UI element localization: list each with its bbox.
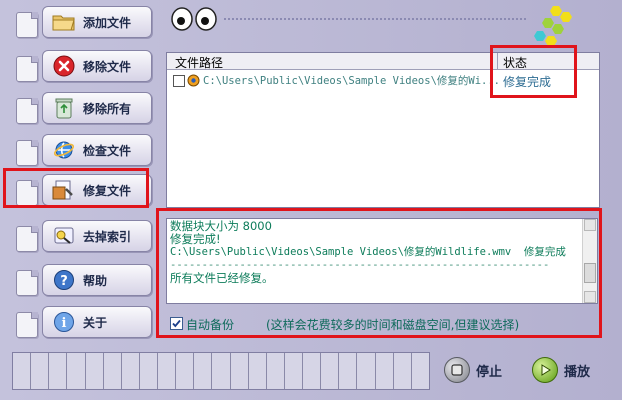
play-button[interactable]: 播放 [532,356,590,384]
log-text: 数据块大小为 8000 修复完成! C:\Users\Public\Videos\S… [170,220,578,285]
scroll-up-arrow-icon[interactable] [584,219,596,231]
progress-segment [139,353,158,389]
doc-tab-icon [16,98,38,124]
dotted-separator [224,18,526,20]
progress-segment [13,353,32,389]
folder-open-icon [51,11,77,33]
sidebar-row-about: i 关于 [8,306,156,340]
stop-icon [444,357,470,383]
progress-segment [67,353,86,389]
auto-backup-hint: (这样会花费较多的时间和磁盘空间,但建议选择) [266,318,520,332]
svg-text:?: ? [60,274,68,289]
doc-tab-icon [16,270,38,296]
eyes-icon [170,6,218,32]
remove-all-button[interactable]: 移除所有 [42,92,152,124]
selected-highlight-outline [3,168,149,208]
add-file-button[interactable]: 添加文件 [42,6,152,38]
doc-tab-icon [16,226,38,252]
video-file-icon [187,74,200,87]
progress-segment [303,353,322,389]
sidebar-item-label: 帮助 [83,273,108,288]
doc-tab-icon [16,12,38,38]
recycle-bin-icon [51,97,77,119]
remove-index-icon [51,225,77,247]
sidebar-item-label: 去掉索引 [83,229,132,244]
progress-segment [248,353,267,389]
progress-segment [321,353,340,389]
log-line: 所有文件已经修复。 [170,271,274,285]
progress-segment [194,353,213,389]
svg-text:i: i [62,316,67,331]
file-path-cell: C:\Users\Public\Videos\Sample Videos\修复的… [203,75,499,87]
internet-explorer-icon [51,139,77,161]
remove-red-x-icon [51,55,77,77]
progress-segment [357,353,376,389]
progress-segment [284,353,303,389]
sidebar-row-remove-all: 移除所有 [8,92,156,126]
progress-segment [266,353,285,389]
row-checkbox[interactable] [173,75,185,87]
info-icon: i [51,311,77,333]
stop-label: 停止 [476,364,503,380]
log-scrollbar[interactable] [582,219,597,303]
doc-tab-icon [16,140,38,166]
progress-segment [230,353,249,389]
progress-segment [85,353,104,389]
doc-tab-icon [16,56,38,82]
scroll-thumb[interactable] [584,263,596,283]
progress-segment [339,353,358,389]
progress-segment [393,353,412,389]
doc-tab-icon [16,312,38,338]
about-button[interactable]: i 关于 [42,306,152,338]
remove-index-button[interactable]: 去掉索引 [42,220,152,252]
scroll-down-arrow-icon[interactable] [584,291,596,303]
sidebar-row-remove-index: 去掉索引 [8,220,156,254]
sidebar-item-label: 关于 [83,315,108,330]
progress-segment [49,353,68,389]
app-window: 添加文件 移除文件 移除所有 检查文件 修复文件 去掉索引 ? 帮助 i 关于 … [0,0,622,400]
hexagon-logo-icon [532,4,582,48]
progress-segment [176,353,195,389]
progress-segment [411,353,429,389]
log-line: 数据块大小为 8000 [170,219,272,233]
progress-segment [212,353,231,389]
sidebar-row-check-file: 检查文件 [8,134,156,168]
status-highlight-outline [490,45,577,98]
log-line: C:\Users\Public\Videos\Sample Videos\修复的… [170,246,566,258]
log-panel: 数据块大小为 8000 修复完成! C:\Users\Public\Videos\S… [166,218,598,304]
auto-backup-row: 自动备份 (这样会花费较多的时间和磁盘空间,但建议选择) [170,316,590,332]
sidebar-row-help: ? 帮助 [8,264,156,298]
play-label: 播放 [564,364,591,380]
sidebar-item-label: 移除所有 [83,101,132,116]
help-question-icon: ? [51,269,77,291]
progress-segment [31,353,50,389]
progress-bar [12,352,430,390]
check-file-button[interactable]: 检查文件 [42,134,152,166]
remove-file-button[interactable]: 移除文件 [42,50,152,82]
column-header-path[interactable]: 文件路径 [175,54,223,71]
stop-button[interactable]: 停止 [444,356,502,384]
sidebar-row-remove-file: 移除文件 [8,50,156,84]
progress-segment [158,353,177,389]
sidebar-item-label: 移除文件 [83,59,132,74]
sidebar-row-add-file: 添加文件 [8,6,156,40]
help-button[interactable]: ? 帮助 [42,264,152,296]
progress-segment [121,353,140,389]
sidebar-item-label: 添加文件 [83,15,132,30]
sidebar-item-label: 检查文件 [83,143,132,158]
progress-segment [103,353,122,389]
log-line: 修复完成! [170,232,221,246]
auto-backup-label[interactable]: 自动备份 [186,316,234,333]
play-icon [532,357,558,383]
progress-segment [375,353,394,389]
sidebar: 添加文件 移除文件 移除所有 检查文件 修复文件 去掉索引 ? 帮助 i 关于 [0,0,160,345]
auto-backup-checkbox[interactable] [170,317,183,330]
